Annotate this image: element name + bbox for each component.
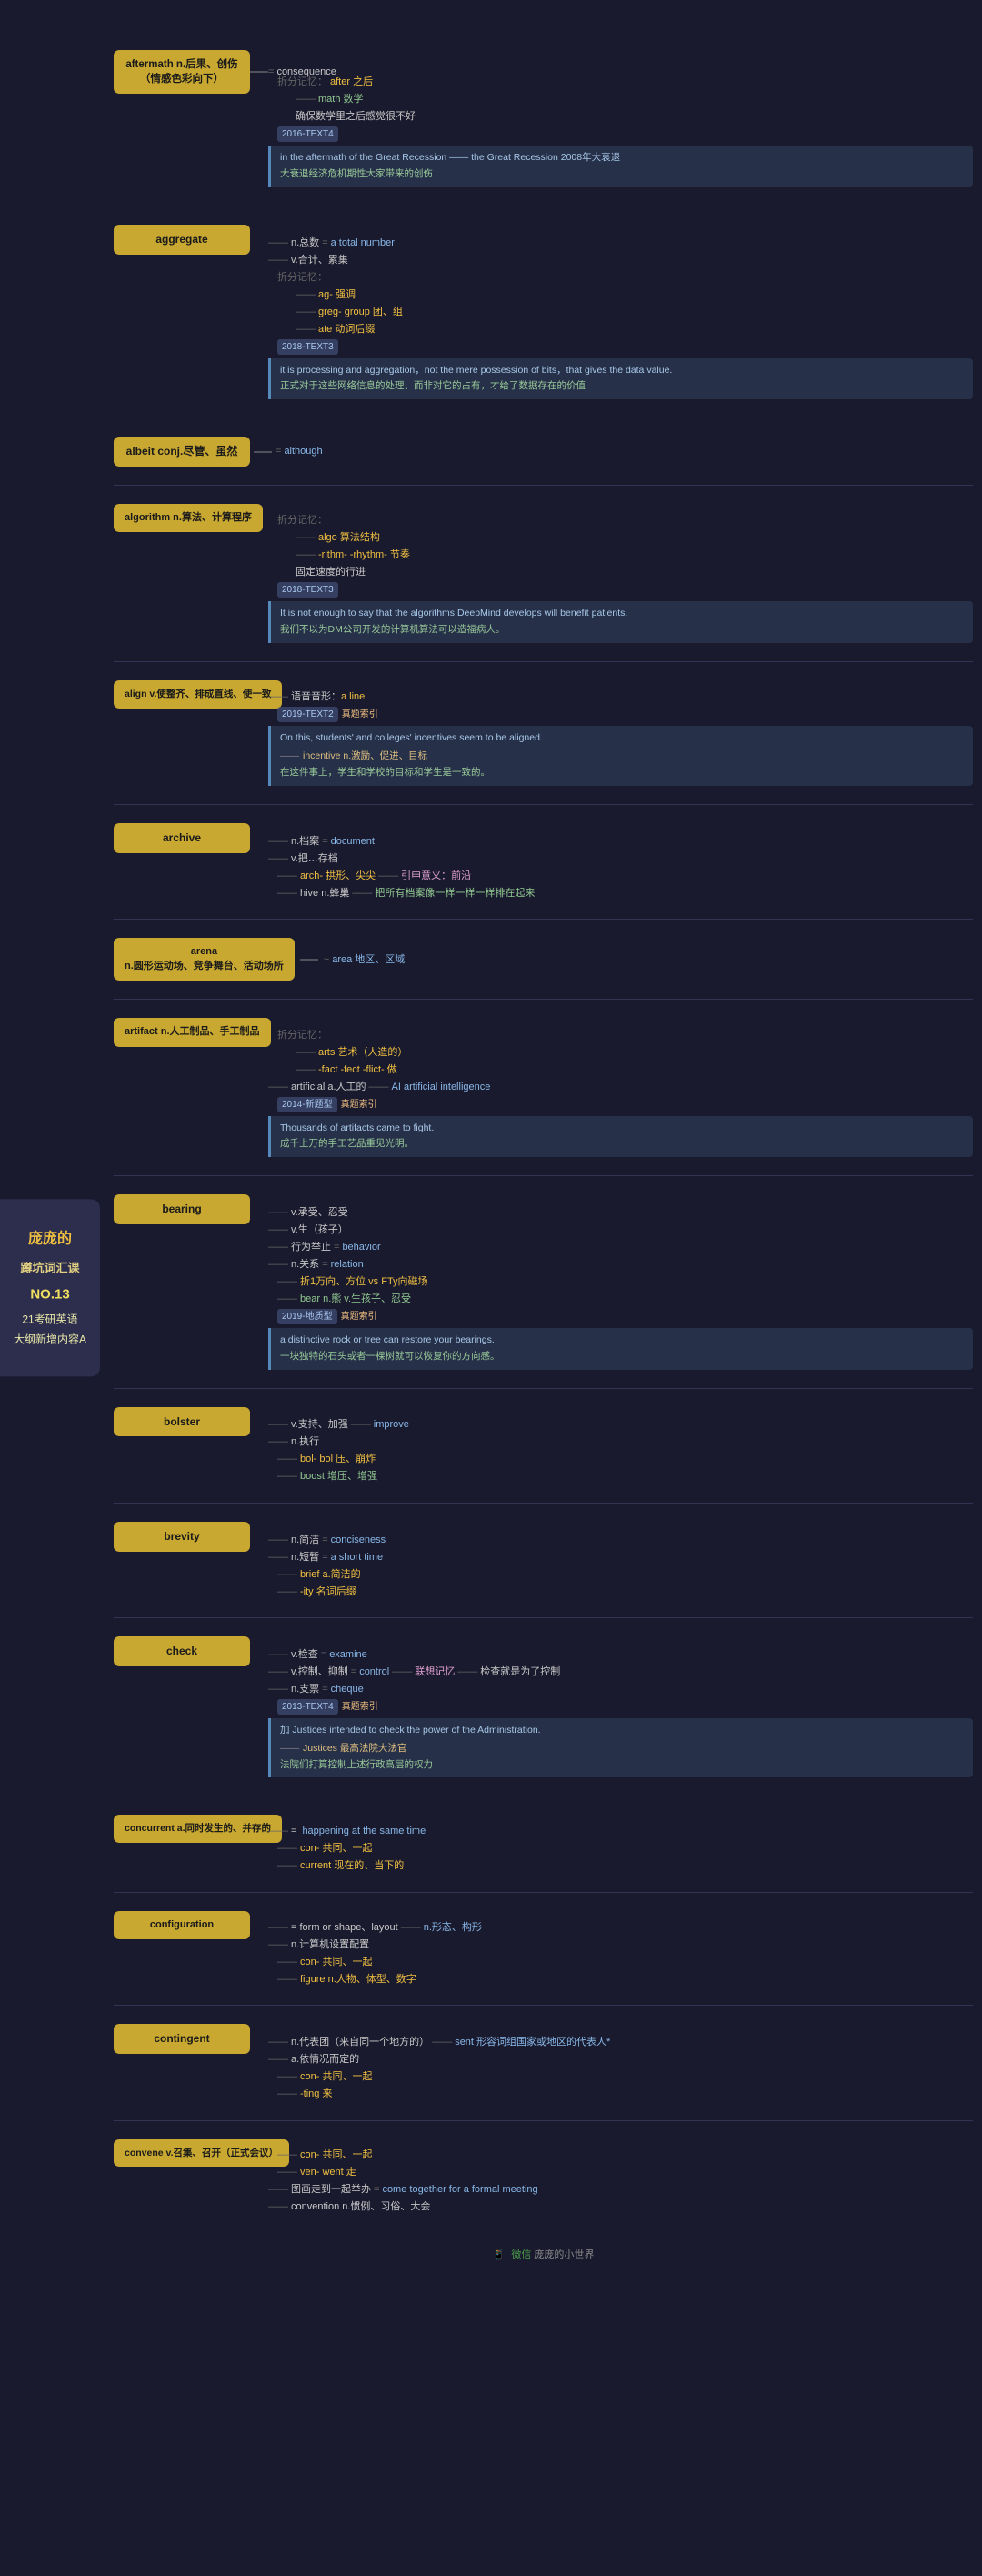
word-contingent: contingent ——n.代表团（来自同一个地方的）——sent 形容词组国… — [114, 2024, 973, 2101]
align-example: On this, students' and colleges' incenti… — [268, 726, 973, 786]
word-configuration: configuration ——= form or shape、layout——… — [114, 1911, 973, 1987]
word-concurrent: concurrent a.同时发生的、并存的 ——= happening at … — [114, 1815, 973, 1873]
algorithm-example: It is not enough to say that the algorit… — [268, 601, 973, 643]
node-albeit: albeit conj.尽管、虽然 — [114, 437, 250, 467]
align-branches: ——语音音形：a line 2019-TEXT2真题索引 On this, st… — [268, 689, 973, 786]
artifact-example: Thousands of artifacts came to fight. 成千… — [268, 1116, 973, 1158]
concurrent-branches: ——= happening at the same time ——con- 共同… — [268, 1824, 973, 1874]
wechat-icon: 📱 — [493, 2249, 506, 2260]
word-bolster: bolster ——v.支持、加强——improve ——n.执行 ——bol-… — [114, 1407, 973, 1484]
main-content: aftermath n.后果、创伤（情感色彩向下） = consequence … — [0, 18, 982, 2289]
node-archive: archive — [114, 823, 250, 853]
word-archive: archive ——n.档案=document ——v.把…存档 ——arch-… — [114, 823, 973, 901]
node-check: check — [114, 1636, 250, 1666]
configuration-branches: ——= form or shape、layout——n.形态、构形 ——n.计算… — [268, 1920, 973, 1987]
bearing-example: a distinctive rock or tree can restore y… — [268, 1328, 973, 1370]
node-aggregate: aggregate — [114, 225, 250, 255]
archive-branches: ——n.档案=document ——v.把…存档 ——arch- 拱形、尖尖——… — [268, 834, 973, 901]
check-example: 加 Justices intended to check the power o… — [268, 1718, 973, 1777]
word-albeit: albeit conj.尽管、虽然 = although — [114, 437, 973, 467]
sidebar-label: 庞庞的 蹲坑词汇课 NO.13 21考研英语 大纲新增内容A — [0, 1199, 100, 1376]
node-bolster: bolster — [114, 1407, 250, 1437]
convene-branches: ——con- 共同、一起 ——ven- went 走 ——图画走到一起举办=co… — [268, 2148, 973, 2215]
bearing-branches: ——v.承受、忍受 ——v.生（孩子） ——行为举止=behavior ——n.… — [268, 1205, 973, 1370]
node-brevity: brevity — [114, 1522, 250, 1552]
word-artifact: artifact n.人工制品、手工制品 折分记忆： ——arts 艺术（人造的… — [114, 1018, 973, 1157]
sidebar-title-line4: 21考研英语 — [14, 1311, 86, 1331]
aggregate-example: it is processing and aggregation，not the… — [268, 358, 973, 400]
footer: 📱 微信 庞庞的小世界 — [114, 2233, 973, 2275]
word-aftermath: aftermath n.后果、创伤（情感色彩向下） = consequence … — [114, 50, 973, 187]
node-bearing: bearing — [114, 1194, 250, 1224]
word-convene: convene v.召集、召开（正式会议） ——con- 共同、一起 ——ven… — [114, 2139, 973, 2215]
word-check: check ——v.检查=examine ——v.控制、抑制=control——… — [114, 1636, 973, 1777]
algorithm-branches: 折分记忆： ——algo 算法结构 ——-rithm- -rhythm- 节奏 … — [268, 513, 973, 643]
contingent-branches: ——n.代表团（来自同一个地方的）——sent 形容词组国家或地区的代表人* —… — [268, 2035, 973, 2102]
brevity-branches: ——n.简洁=conciseness ——n.短暂=a short time —… — [268, 1533, 973, 1600]
node-contingent: contingent — [114, 2024, 250, 2054]
node-aftermath: aftermath n.后果、创伤（情感色彩向下） — [114, 50, 250, 94]
node-concurrent: concurrent a.同时发生的、并存的 — [114, 1815, 282, 1843]
word-align: align v.使整齐、排成直线、使一致 ——语音音形：a line 2019-… — [114, 680, 973, 786]
node-artifact: artifact n.人工制品、手工制品 — [114, 1018, 271, 1046]
sidebar-title-line1: 庞庞的 — [14, 1226, 86, 1253]
footer-text: 微信 庞庞的小世界 — [511, 2249, 594, 2260]
check-branches: ——v.检查=examine ——v.控制、抑制=control——联想记忆——… — [268, 1647, 973, 1777]
node-convene: convene v.召集、召开（正式会议） — [114, 2139, 289, 2168]
sidebar-title-line3: NO.13 — [14, 1283, 86, 1307]
aggregate-branches: ——n.总数=a total number ——v.合计、累集 折分记忆： ——… — [268, 236, 973, 400]
node-algorithm: algorithm n.算法、计算程序 — [114, 504, 263, 532]
node-arena: arenan.圆形运动场、竞争舞台、活动场所 — [114, 938, 295, 981]
node-configuration: configuration — [114, 1911, 250, 1939]
sidebar-title-line5: 大纲新增内容A — [14, 1330, 86, 1350]
page-container: 庞庞的 蹲坑词汇课 NO.13 21考研英语 大纲新增内容A aftermath… — [0, 0, 982, 2307]
word-bearing: bearing ——v.承受、忍受 ——v.生（孩子） ——行为举止=behav… — [114, 1194, 973, 1369]
artifact-branches: 折分记忆： ——arts 艺术（人造的） ——-fact -fect -flic… — [268, 1028, 973, 1158]
word-algorithm: algorithm n.算法、计算程序 折分记忆： ——algo 算法结构 ——… — [114, 504, 973, 643]
word-aggregate: aggregate ——n.总数=a total number ——v.合计、累… — [114, 225, 973, 399]
aftermath-branches: 折分记忆：after 之后 ——math 数学 确保数学里之后感觉很不好 201… — [268, 75, 973, 187]
bolster-branches: ——v.支持、加强——improve ——n.执行 ——bol- bol 压、崩… — [268, 1417, 973, 1484]
word-brevity: brevity ——n.简洁=conciseness ——n.短暂=a shor… — [114, 1522, 973, 1599]
word-arena: arenan.圆形运动场、竞争舞台、活动场所 ~ area 地区、区域 — [114, 938, 973, 981]
aftermath-example: in the aftermath of the Great Recession … — [268, 146, 973, 187]
node-align: align v.使整齐、排成直线、使一致 — [114, 680, 282, 709]
sidebar-title-line2: 蹲坑词汇课 — [14, 1257, 86, 1278]
